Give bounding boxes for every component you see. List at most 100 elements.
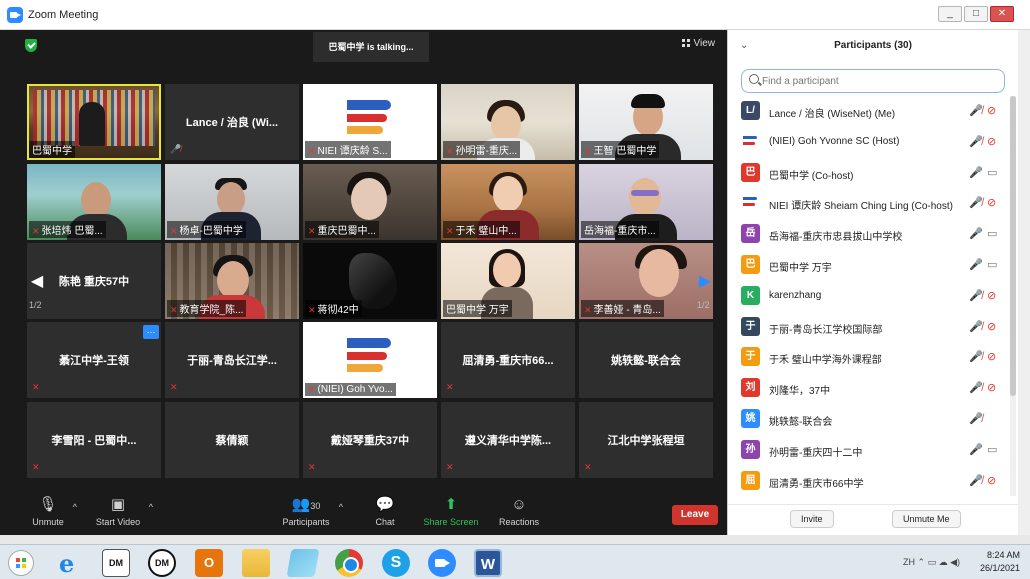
language-indicator[interactable]: ZH (903, 557, 915, 567)
search-input[interactable] (762, 72, 992, 90)
video-off-icon[interactable]: ⊘ (987, 104, 996, 117)
video-icon[interactable]: ▭ (987, 443, 997, 456)
minimize-button[interactable]: _ (938, 6, 962, 22)
muted-mic-icon[interactable]: 🎤̸ (969, 135, 983, 148)
muted-mic-icon[interactable]: 🎤̸ (969, 104, 983, 117)
internet-explorer-icon[interactable] (55, 549, 83, 578)
unmute-me-button[interactable]: Unmute Me (892, 510, 961, 528)
participant-row[interactable]: 屈屈清勇-重庆市66中学 🎤̸ ⊘ (728, 466, 1010, 497)
clock[interactable]: 8:24 AM 26/1/2021 (980, 549, 1020, 575)
video-tile[interactable]: 于丽-青岛长江学... ✕ (165, 322, 299, 398)
video-off-icon[interactable]: ⊘ (987, 320, 996, 333)
video-tile[interactable]: 陈艳 重庆57中 (27, 243, 161, 319)
video-tile[interactable]: ✕ NIEI 谭庆龄 S... (303, 84, 437, 160)
video-tile[interactable]: 遵义清华中学陈... ✕ (441, 402, 575, 478)
video-tile[interactable]: ✕ 孙明雷-重庆... (441, 84, 575, 160)
close-button[interactable]: ✕ (990, 6, 1014, 22)
chevron-up-icon[interactable]: ^ (339, 502, 343, 512)
video-tile[interactable]: 姚轶懿-联合会 (579, 322, 713, 398)
video-tile[interactable]: ✕ 李善娅 - 青岛... (579, 243, 713, 319)
video-tile[interactable]: ✕ 教育学院_陈... (165, 243, 299, 319)
video-off-icon[interactable]: ⊘ (987, 135, 996, 148)
video-icon[interactable]: ▭ (987, 258, 997, 271)
video-tile[interactable]: 戴娅琴重庆37中 ✕ (303, 402, 437, 478)
muted-mic-icon[interactable]: 🎤̸ (969, 289, 983, 302)
mic-icon[interactable]: 🎤 (969, 258, 983, 271)
participant-row[interactable]: 孙孙明雷-重庆四十二中 🎤 ▭ (728, 435, 1010, 466)
chevron-up-icon[interactable]: ^ (149, 502, 153, 512)
file-explorer-icon[interactable] (242, 549, 270, 577)
more-options-icon[interactable]: … (143, 325, 159, 339)
video-tile[interactable]: ✕ 蒋彻42中 (303, 243, 437, 319)
participant-row[interactable]: 姚姚轶懿-联合会 🎤̸ (728, 404, 1010, 435)
video-tile[interactable]: 岳海福-重庆市... (579, 164, 713, 240)
zoom-taskbar-icon[interactable] (428, 549, 456, 577)
video-icon[interactable]: ▭ (987, 227, 997, 240)
notes-app-icon[interactable] (286, 549, 320, 577)
chevron-up-icon[interactable]: ^ (73, 502, 77, 512)
video-off-icon[interactable]: ⊘ (987, 350, 996, 363)
video-off-icon[interactable]: ⊘ (987, 196, 996, 209)
video-icon[interactable]: ▭ (987, 166, 997, 179)
system-tray[interactable]: ZH ⌃ ▭ ☁ ◀) (903, 557, 960, 568)
participant-row[interactable]: 巴巴蜀中学 (Co-host) 🎤 ▭ (728, 158, 1010, 189)
video-tile[interactable]: ✕ 张培炜 巴蜀... (27, 164, 161, 240)
muted-mic-icon[interactable]: 🎤̸ (969, 474, 983, 487)
participant-row[interactable]: L/Lance / 治良 (WiseNet) (Me) 🎤̸ ⊘ (728, 96, 1010, 127)
participant-row[interactable]: NIEI 谭庆龄 Sheiam Ching Ling (Co-host) 🎤̸ ⊘ (728, 188, 1010, 219)
muted-mic-icon[interactable]: 🎤̸ (969, 350, 983, 363)
video-tile[interactable]: 綦江中学-王领 ✕ … (27, 322, 161, 398)
encryption-shield-icon[interactable] (25, 39, 37, 52)
participant-row[interactable]: (NIEI) Goh Yvonne SC (Host) 🎤̸ ⊘ (728, 127, 1010, 158)
participant-scrollbar[interactable] (1010, 96, 1016, 496)
video-tile[interactable]: ✕ 王智 巴蜀中学 (579, 84, 713, 160)
video-tile[interactable]: ✕ (NIEI) Goh Yvo... (303, 322, 437, 398)
view-button[interactable]: View (681, 38, 715, 49)
video-off-icon[interactable]: ⊘ (987, 474, 996, 487)
participants-button[interactable]: 👥30 Participants ^ (281, 496, 343, 527)
start-video-button[interactable]: ▣ Start Video ^ (95, 496, 153, 527)
chrome-icon[interactable] (335, 549, 363, 577)
video-tile[interactable]: 江北中学张程垣 ✕ (579, 402, 713, 478)
muted-mic-icon[interactable]: 🎤̸ (969, 412, 983, 425)
video-tile[interactable]: 巴蜀中学 万宇 (441, 243, 575, 319)
next-page-arrow-icon[interactable]: ▶ (695, 272, 715, 292)
invite-button[interactable]: Invite (790, 510, 834, 528)
leave-button[interactable]: Leave (672, 505, 718, 525)
participant-row[interactable]: 于于丽-青岛长江学校国际部 🎤̸ ⊘ (728, 312, 1010, 343)
video-tile[interactable]: 李雪阳 - 巴蜀中... ✕ (27, 402, 161, 478)
participant-row[interactable]: 巴巴蜀中学 万宇 🎤 ▭ (728, 250, 1010, 281)
video-tile[interactable]: 屈清勇-重庆市66... ✕ (441, 322, 575, 398)
participant-row[interactable]: 于于禾 璧山中学海外课程部 🎤̸ ⊘ (728, 342, 1010, 373)
video-tile[interactable]: 蔡倩颖 (165, 402, 299, 478)
unmute-button[interactable]: 🎙 Unmute ^ (31, 496, 77, 527)
word-icon[interactable]: W (474, 549, 502, 577)
outlook-icon[interactable]: O (195, 549, 223, 577)
muted-mic-icon[interactable]: 🎤̸ (969, 196, 983, 209)
start-button-icon[interactable] (8, 550, 34, 576)
muted-mic-icon[interactable]: 🎤̸ (969, 320, 983, 333)
reactions-button[interactable]: ☺ Reactions (498, 496, 540, 527)
participant-row[interactable]: 刘刘隆华，37中 🎤̸ ⊘ (728, 373, 1010, 404)
video-tile[interactable]: ✕ 杨卓-巴蜀中学 (165, 164, 299, 240)
mic-icon[interactable]: 🎤 (969, 443, 983, 456)
participant-row[interactable]: Kkarenzhang 🎤̸ ⊘ (728, 281, 1010, 312)
share-screen-button[interactable]: ⬆ Share Screen (423, 496, 479, 527)
video-tile[interactable]: 巴蜀中学 (27, 84, 161, 160)
dm-app-icon-2[interactable]: DM (148, 549, 176, 577)
maximize-button[interactable]: □ (964, 6, 988, 22)
muted-mic-icon[interactable]: 🎤̸ (969, 381, 983, 394)
mic-icon[interactable]: 🎤 (969, 166, 983, 179)
prev-page-arrow-icon[interactable]: ◀ (27, 272, 47, 292)
window-right-edge (1018, 30, 1030, 535)
video-off-icon[interactable]: ⊘ (987, 381, 996, 394)
skype-icon[interactable]: S (382, 549, 410, 577)
participant-row[interactable]: 岳岳海福-重庆市忠县拔山中学校 🎤 ▭ (728, 219, 1010, 250)
video-tile[interactable]: ✕ 于禾 璧山中... (441, 164, 575, 240)
dm-app-icon[interactable]: DM (102, 549, 130, 577)
mic-icon[interactable]: 🎤 (969, 227, 983, 240)
video-tile[interactable]: ✕ 重庆巴蜀中... (303, 164, 437, 240)
video-off-icon[interactable]: ⊘ (987, 289, 996, 302)
chat-button[interactable]: 💬 Chat (372, 496, 398, 527)
video-tile[interactable]: Lance / 治良 (Wi... 🎤̸ (165, 84, 299, 160)
